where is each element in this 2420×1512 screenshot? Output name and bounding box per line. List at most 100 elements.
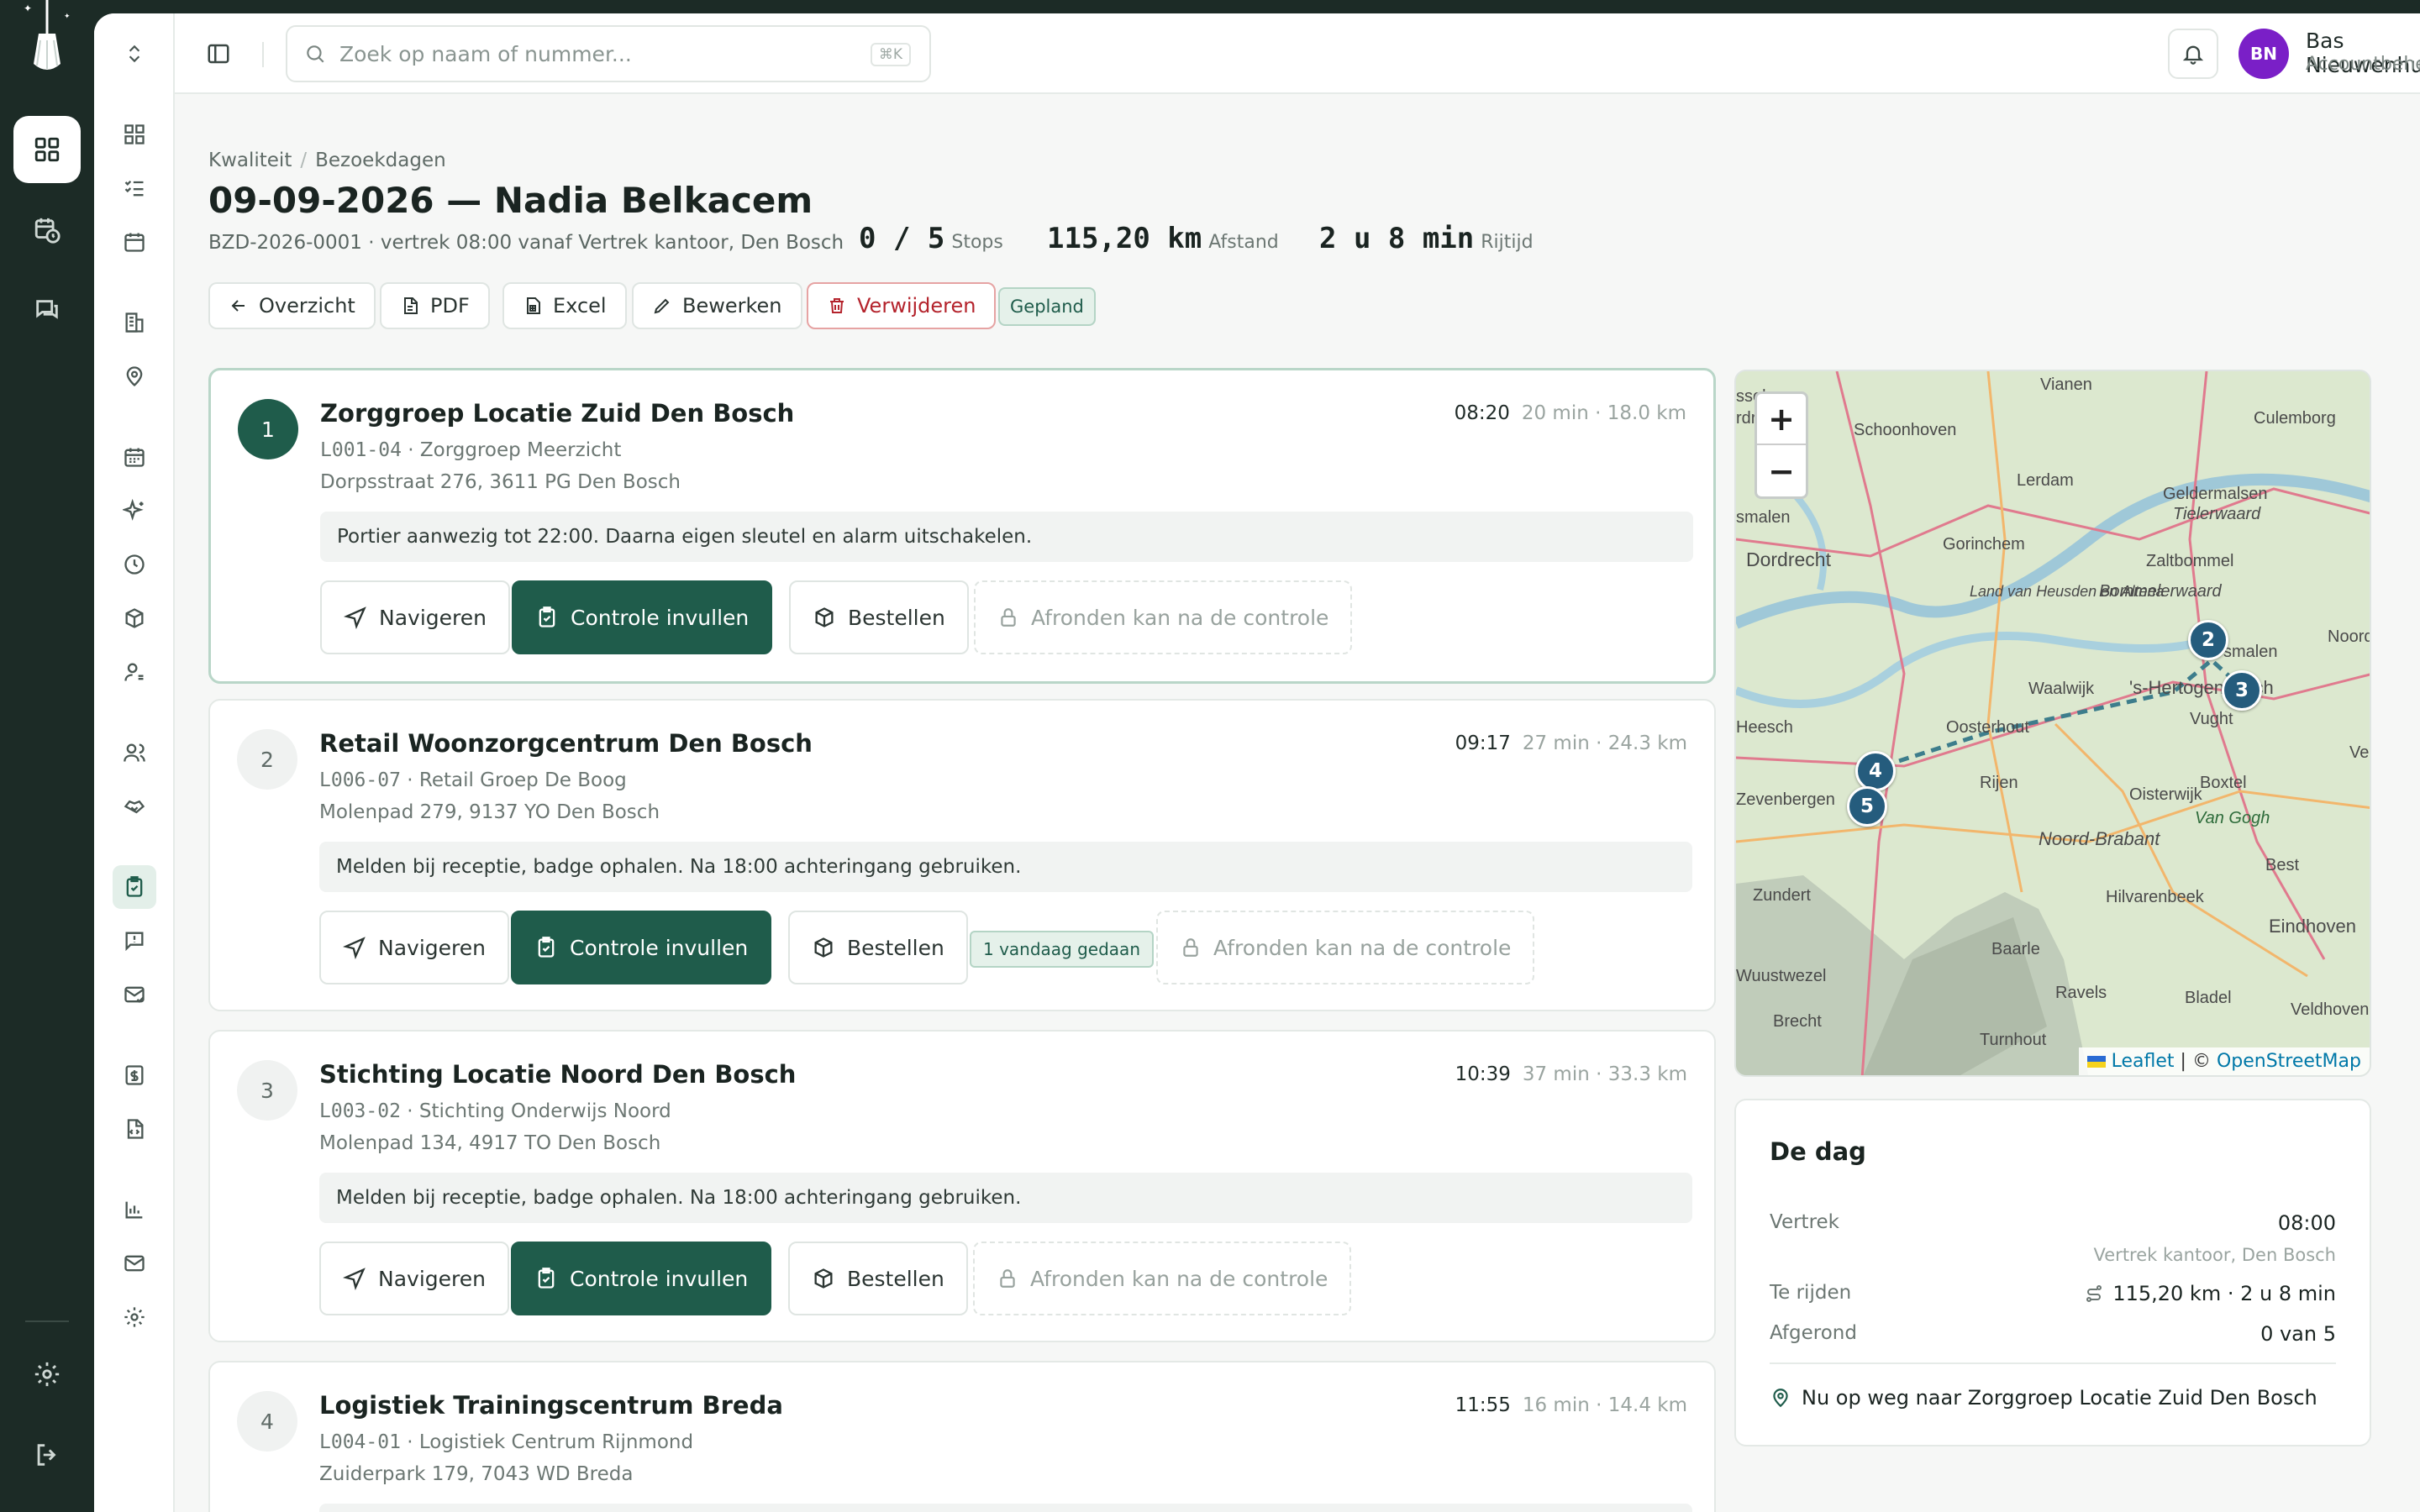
breadcrumb-current[interactable]: Bezoekdagen bbox=[315, 150, 446, 171]
bell-icon bbox=[2182, 45, 2204, 65]
settings-icon[interactable] bbox=[13, 1341, 81, 1408]
sidebar-item-specials[interactable] bbox=[113, 489, 156, 533]
order-button[interactable]: Bestellen bbox=[788, 911, 968, 984]
breadcrumb-parent[interactable]: Kwaliteit bbox=[208, 150, 292, 171]
order-button[interactable]: Bestellen bbox=[788, 1242, 968, 1315]
calendar-clock-icon[interactable] bbox=[13, 197, 81, 264]
sidebar-item-complaints[interactable] bbox=[113, 919, 156, 963]
sidebar-item-locations[interactable] bbox=[113, 354, 156, 398]
svg-text:✦: ✦ bbox=[24, 3, 32, 14]
sidebar-item-dashboard[interactable] bbox=[113, 113, 156, 156]
file-spreadsheet-icon bbox=[527, 297, 540, 314]
svg-text:Veldhoven: Veldhoven bbox=[2291, 1000, 2369, 1019]
stop-code: L004-01 · Logistiek Centrum Rijnmond bbox=[319, 1431, 694, 1453]
lock-icon bbox=[1000, 1269, 1015, 1288]
departure-place: Vertrek kantoor, Den Bosch bbox=[2093, 1245, 2336, 1265]
sidebar-item-hours[interactable] bbox=[113, 543, 156, 586]
sidebar-item-settings[interactable] bbox=[113, 1295, 156, 1339]
svg-text:smalen: smalen bbox=[1736, 508, 1790, 527]
stop-code: L003-02 · Stichting Onderwijs Noord bbox=[319, 1100, 671, 1122]
top-bar: Zoek op naam of nummer... ⌘K BN Bas Nieu… bbox=[175, 13, 2420, 94]
svg-text:Van Gogh: Van Gogh bbox=[2195, 809, 2270, 827]
stop-note: Melden bij receptie, badge ophalen. Na 1… bbox=[319, 842, 1692, 892]
avatar[interactable]: BN bbox=[2238, 29, 2289, 79]
day-title: De dag bbox=[1770, 1137, 1866, 1166]
sidebar-item-buildings[interactable] bbox=[113, 301, 156, 344]
list-checks-icon bbox=[124, 181, 144, 197]
svg-text:Lerdam: Lerdam bbox=[2017, 471, 2074, 490]
clipboard-check-icon bbox=[126, 876, 143, 897]
stop-eta: 08:20 20 min · 18.0 km bbox=[1454, 402, 1686, 424]
stop-eta: 11:55 16 min · 14.4 km bbox=[1455, 1394, 1687, 1416]
sidebar-item-messages[interactable] bbox=[113, 973, 156, 1016]
navigation-icon bbox=[343, 937, 366, 959]
control-button[interactable]: Controle invullen bbox=[511, 1242, 772, 1315]
sidebar-item-quality[interactable] bbox=[113, 865, 156, 909]
svg-text:Hilvarenbeek: Hilvarenbeek bbox=[2106, 888, 2205, 906]
chat-icon[interactable] bbox=[13, 277, 81, 344]
notifications-button[interactable] bbox=[2168, 29, 2218, 79]
route-map[interactable]: ssel rdrecht Vianen Culemborg Schoonhove… bbox=[1734, 370, 2371, 1077]
map-marker[interactable]: 4 bbox=[1855, 751, 1896, 791]
stop-name: Retail Woonzorgcentrum Den Bosch bbox=[319, 729, 813, 758]
chevrons-updown-icon[interactable] bbox=[113, 32, 156, 76]
osm-link[interactable]: OpenStreetMap bbox=[2217, 1051, 2361, 1072]
logout-icon[interactable] bbox=[13, 1421, 81, 1488]
users-icon bbox=[124, 743, 145, 762]
ukraine-flag-icon bbox=[2086, 1056, 2106, 1068]
departure-time: 08:00 bbox=[2277, 1211, 2336, 1235]
sidebar-item-calendar[interactable] bbox=[113, 220, 156, 264]
sidebar-item-products[interactable] bbox=[113, 596, 156, 640]
arrow-left-icon bbox=[231, 300, 245, 312]
order-button[interactable]: Bestellen bbox=[789, 580, 969, 654]
svg-text:Turnhout: Turnhout bbox=[1980, 1031, 2047, 1049]
svg-text:Waalwijk: Waalwijk bbox=[2028, 680, 2095, 698]
control-button[interactable]: Controle invullen bbox=[512, 580, 773, 654]
navigate-button[interactable]: Navigeren bbox=[320, 580, 510, 654]
clipboard-check-icon bbox=[538, 937, 555, 958]
edit-button[interactable]: Bewerken bbox=[632, 282, 802, 329]
navigate-button[interactable]: Navigeren bbox=[319, 911, 509, 984]
leaflet-link[interactable]: Leaflet bbox=[2112, 1051, 2175, 1072]
stop-eta: 09:17 27 min · 24.3 km bbox=[1455, 732, 1687, 754]
sidebar-item-tasks[interactable] bbox=[113, 166, 156, 210]
svg-text:Zundert: Zundert bbox=[1753, 886, 1811, 905]
control-button[interactable]: Controle invullen bbox=[511, 911, 772, 984]
excel-button[interactable]: Excel bbox=[502, 282, 627, 329]
package-icon bbox=[814, 937, 833, 958]
svg-text:Culemborg: Culemborg bbox=[2254, 409, 2336, 428]
departure-label: Vertrek bbox=[1770, 1211, 1839, 1233]
sidebar-item-reports[interactable] bbox=[113, 1188, 156, 1231]
svg-text:Gorinchem: Gorinchem bbox=[1943, 535, 2025, 554]
done-today-badge: 1 vandaag gedaan bbox=[970, 931, 1154, 968]
map-marker[interactable]: 3 bbox=[2222, 670, 2262, 711]
map-marker[interactable]: 5 bbox=[1847, 786, 1887, 827]
map-pin-icon bbox=[126, 366, 143, 387]
rail-divider bbox=[25, 1320, 69, 1322]
pdf-button[interactable]: PDF bbox=[380, 282, 490, 329]
divider bbox=[262, 42, 264, 67]
zoom-in-button[interactable]: + bbox=[1757, 394, 1806, 445]
lock-icon bbox=[1183, 938, 1198, 957]
sidebar-item-planning[interactable] bbox=[113, 435, 156, 479]
broom-logo-icon: ✦ ✦ bbox=[18, 0, 76, 77]
sidebar-item-employees[interactable] bbox=[113, 650, 156, 694]
delete-button[interactable]: Verwijderen bbox=[807, 282, 997, 329]
sidebar-item-customers[interactable] bbox=[113, 731, 156, 774]
overview-button[interactable]: Overzicht bbox=[208, 282, 376, 329]
navigation-icon bbox=[344, 606, 366, 629]
zoom-out-button[interactable]: − bbox=[1757, 445, 1806, 496]
sidebar-item-documents[interactable] bbox=[113, 1107, 156, 1151]
map-marker[interactable]: 2 bbox=[2188, 620, 2228, 660]
stop-note: Portier aanwezig tot 22:00. Daarna eigen… bbox=[320, 512, 1693, 562]
sidebar-toggle-icon[interactable] bbox=[202, 37, 235, 71]
sidebar-item-contracts[interactable] bbox=[113, 785, 156, 828]
search-input[interactable]: Zoek op naam of nummer... ⌘K bbox=[286, 25, 931, 82]
stop-number: 3 bbox=[237, 1060, 297, 1121]
dashboard-icon[interactable] bbox=[13, 116, 81, 183]
sidebar-item-mail[interactable] bbox=[113, 1242, 156, 1285]
stat-drive-time: 2 u 8 min Rijtijd bbox=[1319, 222, 1534, 255]
layout-grid-icon bbox=[124, 124, 145, 144]
sidebar-item-invoices[interactable] bbox=[113, 1053, 156, 1097]
navigate-button[interactable]: Navigeren bbox=[319, 1242, 509, 1315]
